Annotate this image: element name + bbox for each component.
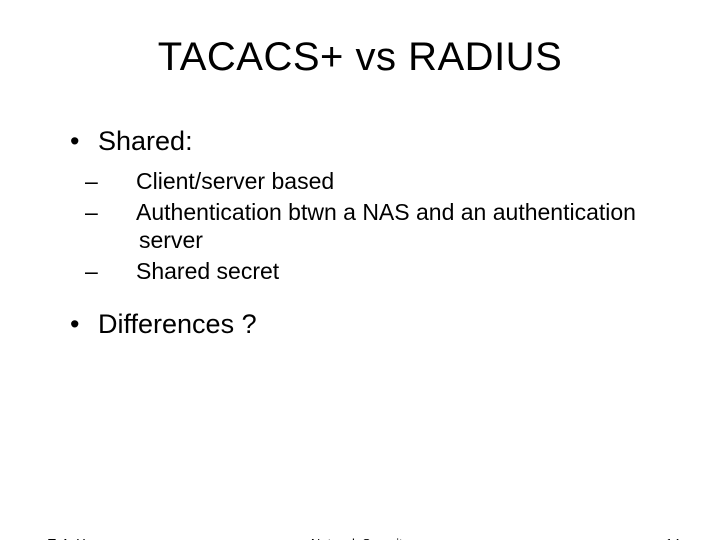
- bullet-item: •Shared:: [70, 125, 660, 159]
- bullet-label: Shared:: [98, 126, 193, 156]
- bullet-label: Differences ?: [98, 309, 257, 339]
- dash-marker: –: [112, 167, 136, 196]
- slide-title: TACACS+ vs RADIUS: [0, 35, 720, 80]
- dash-marker: –: [112, 257, 136, 286]
- sub-label: Client/server based: [136, 168, 334, 194]
- sub-item: –Authentication btwn a NAS and an authen…: [112, 198, 660, 256]
- page-number: 14: [666, 536, 680, 540]
- slide: TACACS+ vs RADIUS •Shared: –Client/serve…: [0, 35, 720, 540]
- sub-list: –Client/server based –Authentication btw…: [70, 167, 660, 286]
- sub-label: Shared secret: [136, 258, 279, 284]
- bullet-marker: •: [70, 308, 98, 342]
- dash-marker: –: [112, 198, 136, 227]
- sub-item: –Shared secret: [112, 257, 660, 286]
- footer-title: Network Security: [0, 536, 720, 540]
- sub-item: –Client/server based: [112, 167, 660, 196]
- sub-label: Authentication btwn a NAS and an authent…: [136, 199, 636, 254]
- slide-body: •Shared: –Client/server based –Authentic…: [0, 125, 720, 342]
- bullet-item: •Differences ?: [70, 308, 660, 342]
- bullet-marker: •: [70, 125, 98, 159]
